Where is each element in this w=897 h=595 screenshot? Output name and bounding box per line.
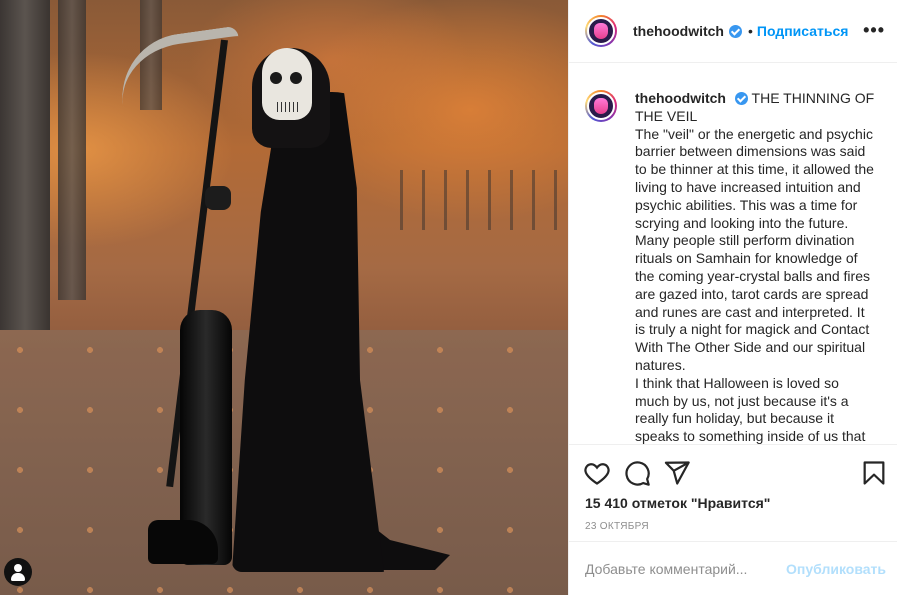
caption-paragraph: I think that Halloween is loved so much … [635, 374, 866, 444]
tree-trunk [58, 0, 86, 300]
comment-input[interactable] [585, 560, 787, 577]
bookmark-icon[interactable] [860, 459, 888, 487]
scythe-blade [114, 25, 246, 107]
caption-username[interactable]: thehoodwitch [635, 90, 726, 106]
post-date[interactable]: 23 октября [585, 521, 649, 532]
post-header: thehoodwitch • Подписаться ••• [569, 0, 897, 63]
publish-button[interactable]: Опубликовать [786, 561, 886, 577]
caption-paragraph: The "veil" or the energetic and psychic … [635, 125, 874, 373]
comment-bar: Опубликовать [569, 541, 897, 595]
separator-dot: • [748, 23, 753, 39]
post-details-panel: thehoodwitch • Подписаться ••• thehoodwi… [568, 0, 897, 595]
send-icon[interactable] [663, 459, 691, 487]
likes-count[interactable]: 15 410 отметок "Нравится" [585, 495, 770, 511]
verified-badge-icon [734, 92, 748, 105]
more-horizontal-icon[interactable]: ••• [863, 21, 885, 39]
hand-logo-icon [594, 23, 608, 39]
hand-logo-icon [594, 98, 608, 114]
gloved-hand [205, 186, 231, 210]
user-icon[interactable] [4, 558, 32, 586]
follow-button[interactable]: Подписаться [757, 23, 849, 39]
post-photo[interactable] [0, 0, 568, 595]
fence [400, 170, 568, 230]
header-username[interactable]: thehoodwitch [633, 23, 724, 39]
caption-area[interactable]: thehoodwitch THE THINNING OF THE VEIL Th… [569, 64, 897, 444]
comment-icon[interactable] [623, 459, 651, 487]
caption-avatar[interactable] [585, 90, 617, 122]
tree-trunk [0, 0, 50, 330]
post-actions: 15 410 отметок "Нравится" 23 октября [569, 444, 897, 544]
caption-text: thehoodwitch THE THINNING OF THE VEIL Th… [635, 90, 875, 444]
skull-eye [290, 72, 302, 84]
heart-icon[interactable] [583, 459, 611, 487]
skull-teeth [274, 102, 300, 112]
verified-badge-icon [729, 24, 742, 38]
skull-eye [270, 72, 282, 84]
platform-heel [148, 520, 218, 564]
avatar[interactable] [585, 15, 617, 47]
